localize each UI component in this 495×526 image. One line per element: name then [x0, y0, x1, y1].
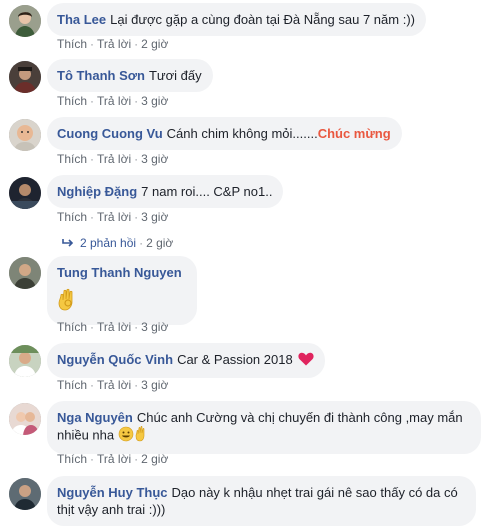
separator-dot: ·: [90, 378, 95, 392]
separator-dot: ·: [134, 378, 139, 392]
comment-actions: Thích · Trả lời · 2 giờ: [57, 36, 168, 52]
comment-time[interactable]: 2 giờ: [141, 452, 168, 466]
separator-dot: ·: [90, 152, 95, 166]
comment-bubble: Tung Thanh Nguyen: [47, 256, 197, 325]
comment-time[interactable]: 3 giờ: [141, 210, 168, 224]
reply-link[interactable]: Trả lời: [97, 210, 131, 224]
replies-time[interactable]: 2 giờ: [146, 236, 173, 250]
comment-time[interactable]: 3 giờ: [141, 320, 168, 334]
heart-emoji: [298, 352, 314, 370]
separator-dot: ·: [90, 452, 95, 466]
comment-text: 7 nam roi.... C&P no1..: [141, 184, 273, 199]
comment-actions: Thích · Trả lời · 3 giờ: [57, 209, 168, 225]
comment-text: Lại được gặp a cùng đoàn tại Đà Nẵng sau…: [110, 12, 415, 27]
comment-text: Car & Passion 2018: [177, 352, 293, 367]
separator-dot: ·: [90, 210, 95, 224]
avatar[interactable]: [9, 478, 41, 510]
reply-link[interactable]: Trả lời: [97, 94, 131, 108]
comment-bubble: Nga Nguyên Chúc anh Cường và chị chuyến đ…: [47, 401, 481, 454]
comment-highlight: Chúc mừng: [317, 126, 391, 141]
comment-actions: Thích · Trả lời · 3 giờ: [57, 377, 168, 393]
comment-time[interactable]: 3 giờ: [141, 378, 168, 392]
comment-author[interactable]: Tung Thanh Nguyen: [57, 264, 182, 281]
comment-text: Cánh chim không mỏi.......: [166, 126, 318, 141]
comment-time[interactable]: 3 giờ: [141, 94, 168, 108]
comment-bubble: Nguyễn Quốc Vinh Car & Passion 2018: [47, 343, 326, 378]
comment-author[interactable]: Tô Thanh Sơn: [57, 68, 145, 83]
separator-dot: ·: [90, 37, 95, 51]
comment-time[interactable]: 3 giờ: [141, 152, 168, 166]
like-link[interactable]: Thích: [57, 152, 87, 166]
comment-bubble: Nghiệp Đặng 7 nam roi.... C&P no1..: [47, 175, 284, 208]
avatar[interactable]: [9, 5, 41, 37]
like-link[interactable]: Thích: [57, 378, 87, 392]
reply-link[interactable]: Trả lời: [97, 378, 131, 392]
reply-arrow-icon: [62, 236, 74, 252]
avatar[interactable]: [9, 257, 41, 289]
ok-hand-emoji: [57, 287, 79, 315]
comment-actions: Thích · Trả lời · 3 giờ: [57, 319, 168, 335]
view-replies-link[interactable]: 2 phản hồi: [80, 236, 136, 250]
separator-dot: ·: [134, 37, 139, 51]
reply-link[interactable]: Trả lời: [97, 152, 131, 166]
comment-author[interactable]: Tha Lee: [57, 12, 106, 27]
comment-bubble: Tô Thanh Sơn Tươi đấy: [47, 59, 213, 92]
view-replies-row[interactable]: 2 phản hồi · 2 giờ: [62, 235, 173, 252]
separator-dot: ·: [90, 320, 95, 334]
avatar[interactable]: [9, 177, 41, 209]
reply-link[interactable]: Trả lời: [97, 320, 131, 334]
comment-bubble: Cuong Cuong Vu Cánh chim không mỏi.......…: [47, 117, 402, 150]
smile-ok-emoji: [118, 425, 150, 446]
separator-dot: ·: [90, 94, 95, 108]
comment-bubble: Nguyễn Huy Thục Dạo này k nhậu nhẹt trai …: [47, 476, 476, 526]
like-link[interactable]: Thích: [57, 94, 87, 108]
separator-dot: ·: [139, 236, 144, 250]
comment-author[interactable]: Nghiệp Đặng: [57, 184, 137, 199]
like-link[interactable]: Thích: [57, 37, 87, 51]
separator-dot: ·: [134, 94, 139, 108]
comment-bubble: Tha Lee Lại được gặp a cùng đoàn tại Đà N…: [47, 3, 426, 36]
like-link[interactable]: Thích: [57, 210, 87, 224]
separator-dot: ·: [134, 320, 139, 334]
comment-author[interactable]: Nga Nguyên: [57, 410, 133, 425]
comment-actions: Thích · Trả lời · 3 giờ: [57, 93, 168, 109]
avatar[interactable]: [9, 345, 41, 377]
comment-time[interactable]: 2 giờ: [141, 37, 168, 51]
like-link[interactable]: Thích: [57, 320, 87, 334]
comment-actions: Thích · Trả lời · 3 giờ: [57, 151, 168, 167]
avatar[interactable]: [9, 119, 41, 151]
separator-dot: ·: [134, 452, 139, 466]
separator-dot: ·: [134, 152, 139, 166]
reply-link[interactable]: Trả lời: [97, 37, 131, 51]
comment-author[interactable]: Nguyễn Quốc Vinh: [57, 352, 173, 367]
reply-link[interactable]: Trả lời: [97, 452, 131, 466]
comment-author[interactable]: Cuong Cuong Vu: [57, 126, 163, 141]
avatar[interactable]: [9, 61, 41, 93]
like-link[interactable]: Thích: [57, 452, 87, 466]
separator-dot: ·: [134, 210, 139, 224]
comment-author[interactable]: Nguyễn Huy Thục: [57, 485, 168, 500]
comment-actions: Thích · Trả lời · 2 giờ: [57, 451, 168, 467]
avatar[interactable]: [9, 403, 41, 435]
comment-text: Tươi đấy: [148, 68, 202, 83]
